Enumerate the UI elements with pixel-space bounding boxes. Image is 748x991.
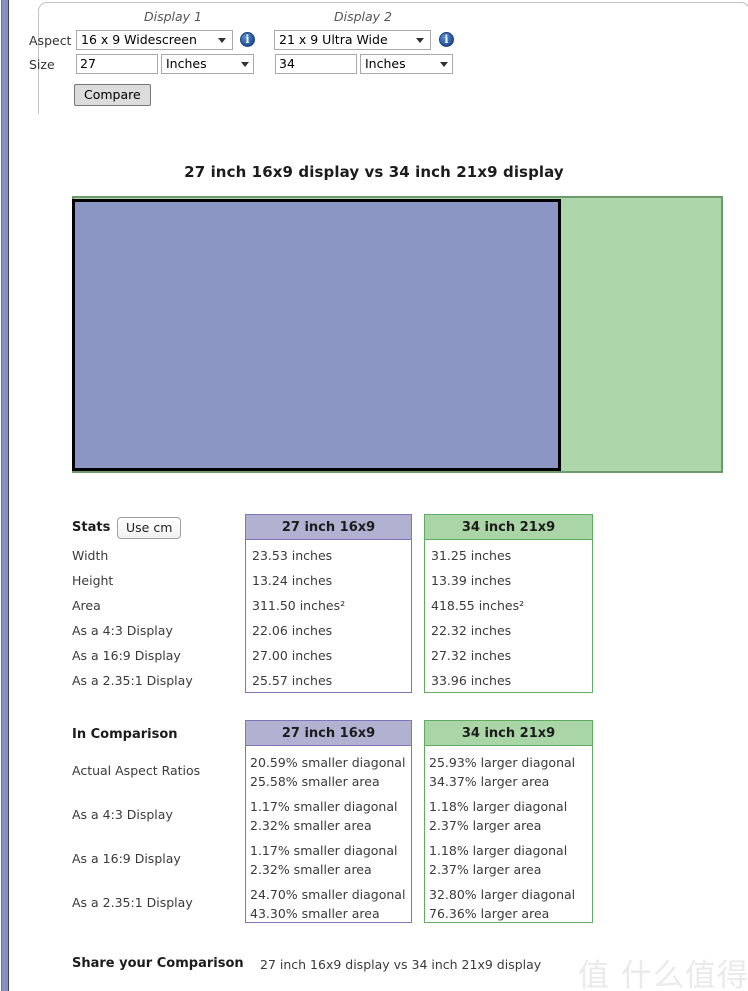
aspect-select-display-2[interactable]: 21 x 9 Ultra Wide <box>274 30 431 50</box>
comparison-row-label-actual: Actual Aspect Ratios <box>72 763 201 778</box>
stats-cell-d2-235-1: 33.96 inches <box>431 673 512 688</box>
comparison-cell-d2-16-9-area: 2.37% larger area <box>429 862 542 877</box>
share-comparison-link[interactable]: 27 inch 16x9 display vs 34 inch 21x9 dis… <box>260 957 541 972</box>
stats-row-label-16-9: As a 16:9 Display <box>72 648 181 663</box>
comparison-cell-d1-235-1-diagonal: 24.70% smaller diagonal <box>250 887 406 902</box>
comparison-cell-d1-actual-diagonal: 20.59% smaller diagonal <box>250 755 406 770</box>
in-comparison-title: In Comparison <box>72 727 178 742</box>
stats-row-label-area: Area <box>72 598 101 613</box>
comparison-row-label-235-1: As a 2.35:1 Display <box>72 895 193 910</box>
unit-select-display-1-value: Inches <box>166 56 207 71</box>
stats-row-label-height: Height <box>72 573 114 588</box>
comparison-cell-d2-4-3-diagonal: 1.18% larger diagonal <box>429 799 568 814</box>
stats-cell-d2-height: 13.39 inches <box>431 573 512 588</box>
stats-cell-d2-4-3: 22.32 inches <box>431 623 512 638</box>
size-input-display-1[interactable]: 27 <box>76 54 158 74</box>
unit-select-display-2[interactable]: Inches <box>360 54 453 74</box>
comparison-cell-d2-235-1-diagonal: 32.80% larger diagonal <box>429 887 576 902</box>
comparison-cell-d1-16-9-area: 2.32% smaller area <box>250 862 372 877</box>
info-icon-display-2[interactable] <box>439 32 454 47</box>
aspect-row-label: Aspect <box>29 33 72 48</box>
stats-row-label-width: Width <box>72 548 109 563</box>
stats-cell-d1-width: 23.53 inches <box>252 548 333 563</box>
size-row-label: Size <box>29 57 55 72</box>
comparison-cell-d2-actual-area: 34.37% larger area <box>429 774 550 789</box>
stats-cell-d2-16-9: 27.32 inches <box>431 648 512 663</box>
stats-cell-d1-height: 13.24 inches <box>252 573 333 588</box>
chevron-down-icon <box>241 62 249 67</box>
stats-cell-d2-area: 418.55 inches² <box>431 598 525 613</box>
compare-button[interactable]: Compare <box>74 84 151 106</box>
comparison-cell-d1-4-3-diagonal: 1.17% smaller diagonal <box>250 799 398 814</box>
aspect-select-display-1[interactable]: 16 x 9 Widescreen <box>76 30 233 50</box>
comparison-row-label-4-3: As a 4:3 Display <box>72 807 173 822</box>
unit-select-display-2-value: Inches <box>365 56 406 71</box>
comparison-cell-d1-16-9-diagonal: 1.17% smaller diagonal <box>250 843 398 858</box>
stats-cell-d1-area: 311.50 inches² <box>252 598 346 613</box>
comparison-cell-d1-actual-area: 25.58% smaller area <box>250 774 380 789</box>
display-compare-form: Display 1 Display 2 Aspect Size 16 x 9 W… <box>0 0 748 118</box>
size-input-display-2[interactable]: 34 <box>275 54 357 74</box>
browser-edge-strip <box>0 0 11 991</box>
stats-title: Stats <box>72 520 111 535</box>
display-1-rectangle <box>72 199 561 471</box>
comparison-cell-d2-235-1-area: 76.36% larger area <box>429 906 550 921</box>
display-1-column-label: Display 1 <box>144 9 203 24</box>
comparison-column-header-display-2: 34 inch 21x9 <box>425 721 592 746</box>
aspect-select-display-2-value: 21 x 9 Ultra Wide <box>279 32 388 47</box>
page-root: Display 1 Display 2 Aspect Size 16 x 9 W… <box>0 0 748 991</box>
stats-cell-d1-4-3: 22.06 inches <box>252 623 333 638</box>
comparison-cell-d2-4-3-area: 2.37% larger area <box>429 818 542 833</box>
stats-cell-d2-width: 31.25 inches <box>431 548 512 563</box>
chevron-down-icon <box>416 38 424 43</box>
stats-cell-d1-235-1: 25.57 inches <box>252 673 333 688</box>
vertical-scrollbar[interactable] <box>1 0 9 991</box>
stats-cell-d1-16-9: 27.00 inches <box>252 648 333 663</box>
chevron-down-icon <box>440 62 448 67</box>
chevron-down-icon <box>218 38 226 43</box>
comparison-cell-d1-235-1-area: 43.30% smaller area <box>250 906 380 921</box>
unit-select-display-1[interactable]: Inches <box>161 54 254 74</box>
use-cm-toggle-button[interactable]: Use cm <box>117 517 182 539</box>
display-2-column-label: Display 2 <box>334 9 393 24</box>
comparison-cell-d1-4-3-area: 2.32% smaller area <box>250 818 372 833</box>
stats-row-label-235-1: As a 2.35:1 Display <box>72 673 193 688</box>
comparison-column-header-display-1: 27 inch 16x9 <box>246 721 411 746</box>
comparison-row-label-16-9: As a 16:9 Display <box>72 851 181 866</box>
comparison-cell-d2-actual-diagonal: 25.93% larger diagonal <box>429 755 576 770</box>
info-icon-display-1[interactable] <box>240 32 255 47</box>
aspect-select-display-1-value: 16 x 9 Widescreen <box>81 32 197 47</box>
display-2-rectangle <box>72 196 723 473</box>
stats-row-label-4-3: As a 4:3 Display <box>72 623 173 638</box>
comparison-title: 27 inch 16x9 display vs 34 inch 21x9 dis… <box>184 163 564 181</box>
share-section-title: Share your Comparison <box>72 956 244 971</box>
comparison-cell-d2-16-9-diagonal: 1.18% larger diagonal <box>429 843 568 858</box>
stats-column-header-display-2: 34 inch 21x9 <box>425 515 592 540</box>
stats-column-header-display-1: 27 inch 16x9 <box>246 515 411 540</box>
site-watermark: 值 什么值得买 <box>578 958 748 991</box>
